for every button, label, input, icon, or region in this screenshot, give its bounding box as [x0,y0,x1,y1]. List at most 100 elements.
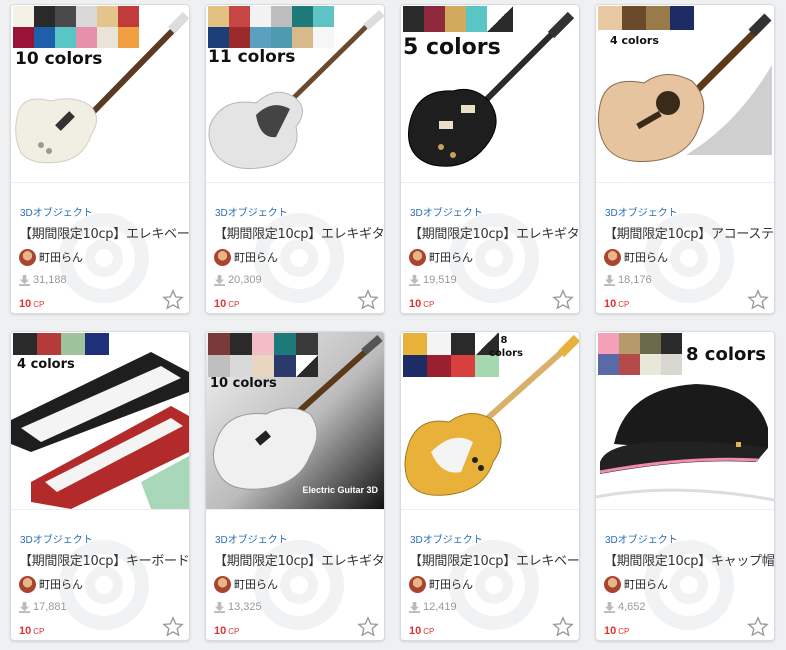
favorite-star-icon[interactable] [747,289,769,311]
product-author[interactable]: 町田らん [409,574,473,594]
product-category[interactable]: 3Dオブジェクト [215,204,288,219]
product-title[interactable]: 【期間限定10cp】アコースティックギター [604,223,774,242]
product-author[interactable]: 町田らん [604,247,668,267]
price-value: 10 [409,625,422,637]
product-thumbnail[interactable]: 10 colors Electric Guitar 3D [206,332,384,509]
product-thumbnail[interactable]: 4 colors [11,332,189,509]
product-price: 10 CP [214,294,239,312]
product-category[interactable]: 3Dオブジェクト [410,204,483,219]
thumbnail-watermark: Electric Guitar 3D [302,485,378,495]
price-value: 10 [604,625,617,637]
color-swatches [598,6,694,30]
product-grid: 10 colors 3Dオブジェクト 【期間限定10cp】エレキベース 町田らん… [0,0,786,650]
colors-label: 4 colors [610,34,659,47]
product-category[interactable]: 3Dオブジェクト [605,204,678,219]
avatar [19,575,36,593]
product-price: 10 CP [604,294,629,312]
favorite-star-icon[interactable] [552,616,574,638]
background-logo-inner-icon [85,566,123,604]
color-swatch [670,6,694,30]
price-value: 10 [19,625,32,637]
avatar [19,248,36,266]
product-title[interactable]: 【期間限定10cp】エレキギター [409,223,579,242]
color-swatch [13,6,34,27]
price-unit: CP [423,627,435,636]
favorite-star-icon[interactable] [162,289,184,311]
color-swatch [661,354,682,375]
color-swatch [76,27,97,48]
product-info: 3Dオブジェクト 【期間限定10cp】アコースティックギター 町田らん 18,1… [596,182,774,313]
favorite-star-icon[interactable] [747,616,769,638]
color-swatches [13,333,109,355]
color-swatch [427,355,451,377]
color-swatch [250,27,271,48]
product-category[interactable]: 3Dオブジェクト [410,531,483,546]
product-title[interactable]: 【期間限定10cp】キャップ帽 [604,550,774,569]
favorite-star-icon[interactable] [357,289,379,311]
color-swatches [598,333,682,375]
product-thumbnail[interactable]: 8 colors [596,332,774,509]
price-value: 10 [214,625,227,637]
author-name: 町田らん [234,251,278,264]
color-swatch [252,355,274,377]
download-icon [409,601,420,613]
color-swatch [118,27,139,48]
author-name: 町田らん [624,251,668,264]
download-count: 12,419 [409,601,457,613]
color-swatch [619,333,640,354]
product-title[interactable]: 【期間限定10cp】エレキギター [214,550,384,569]
product-thumbnail[interactable]: 4 colors [596,5,774,182]
color-swatch [427,333,451,355]
color-swatch [661,333,682,354]
product-author[interactable]: 町田らん [19,574,83,594]
product-card[interactable]: 10 colors Electric Guitar 3D 3Dオブジェクト 【期… [205,331,385,641]
product-thumbnail[interactable]: 10 colors [11,5,189,182]
product-category[interactable]: 3Dオブジェクト [20,531,93,546]
color-swatch [296,333,318,355]
product-thumbnail[interactable]: 5 colors [401,5,579,182]
product-card[interactable]: 4 colors 3Dオブジェクト 【期間限定10cp】キーボード 町田らん 1… [10,331,190,641]
colors-label: 11 colors [208,47,296,67]
product-category[interactable]: 3Dオブジェクト [215,531,288,546]
price-unit: CP [618,300,630,309]
favorite-star-icon[interactable] [162,616,184,638]
download-count: 4,652 [604,601,646,613]
product-info: 3Dオブジェクト 【期間限定10cp】エレキギター 町田らん 13,325 10… [206,509,384,640]
product-title[interactable]: 【期間限定10cp】エレキギター [214,223,384,242]
product-card[interactable]: 5 colors 3Dオブジェクト 【期間限定10cp】エレキギター 町田らん … [400,4,580,314]
colors-label: 5 colors [403,35,501,60]
download-count-value: 4,652 [618,601,646,613]
color-swatch [13,333,37,355]
product-title[interactable]: 【期間限定10cp】エレキベース [409,550,579,569]
product-category[interactable]: 3Dオブジェクト [20,204,93,219]
product-author[interactable]: 町田らん [19,247,83,267]
color-swatch [274,355,296,377]
price-value: 10 [604,298,617,310]
product-card[interactable]: 8 colors 3Dオブジェクト 【期間限定10cp】キャップ帽 町田らん 4… [595,331,775,641]
product-card[interactable]: 10 colors 3Dオブジェクト 【期間限定10cp】エレキベース 町田らん… [10,4,190,314]
favorite-star-icon[interactable] [552,289,574,311]
product-title[interactable]: 【期間限定10cp】エレキベース [19,223,189,242]
color-swatch [55,6,76,27]
product-card[interactable]: 4 colors 3Dオブジェクト 【期間限定10cp】アコースティックギター … [595,4,775,314]
download-count-value: 19,519 [423,274,457,286]
product-author[interactable]: 町田らん [214,247,278,267]
product-card[interactable]: 8 colors 3Dオブジェクト 【期間限定10cp】エレキベース 町田らん … [400,331,580,641]
price-unit: CP [423,300,435,309]
colors-label: 4 colors [17,357,75,372]
product-thumbnail[interactable]: 8 colors [401,332,579,509]
product-title[interactable]: 【期間限定10cp】キーボード [19,550,189,569]
product-author[interactable]: 町田らん [214,574,278,594]
author-name: 町田らん [39,578,83,591]
product-card[interactable]: 11 colors 3Dオブジェクト 【期間限定10cp】エレキギター 町田らん… [205,4,385,314]
product-author[interactable]: 町田らん [604,574,668,594]
download-icon [409,274,420,286]
product-thumbnail[interactable]: 11 colors [206,5,384,182]
favorite-star-icon[interactable] [357,616,379,638]
color-swatch [34,6,55,27]
color-swatch [487,6,513,32]
product-author[interactable]: 町田らん [409,247,473,267]
product-price: 10 CP [19,294,44,312]
color-swatch [451,333,475,355]
product-category[interactable]: 3Dオブジェクト [605,531,678,546]
